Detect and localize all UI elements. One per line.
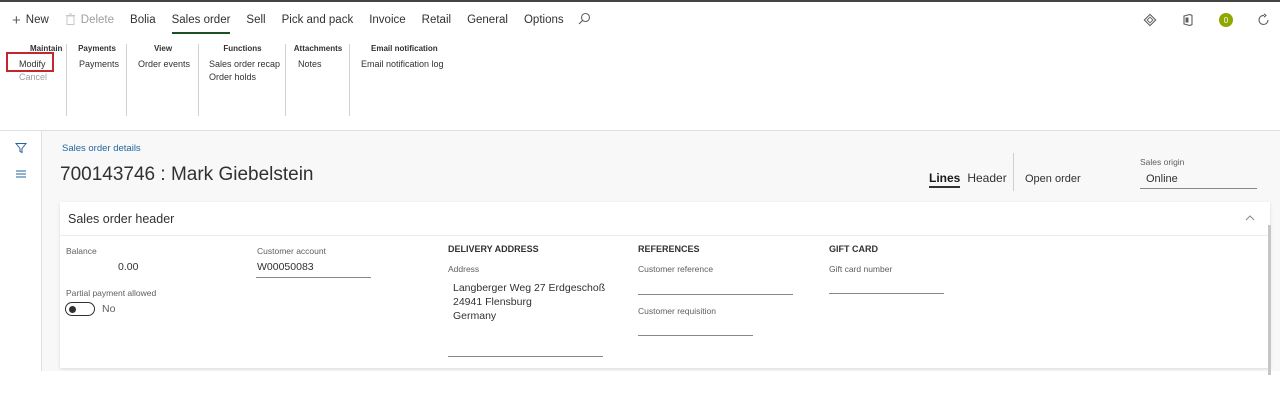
tab-label: General [467, 14, 508, 26]
chevron-up-icon[interactable] [1244, 212, 1256, 224]
page-title: 700143746 : Mark Giebelstein [60, 164, 314, 185]
ribbon: Maintain Modify Cancel Payments Payments… [0, 38, 1280, 130]
order-holds-button[interactable]: Order holds [200, 71, 285, 84]
office-icon[interactable] [1180, 12, 1196, 28]
email-notification-log-button[interactable]: Email notification log [351, 58, 451, 71]
ribbon-group-view: View Order events [128, 44, 199, 116]
delivery-address-heading: DELIVERY ADDRESS [448, 244, 539, 254]
address-line: Langberger Weg 27 Erdgeschoß [453, 282, 606, 294]
new-button[interactable]: + New [0, 2, 57, 38]
customer-account-label: Customer account [257, 246, 326, 256]
order-events-button[interactable]: Order events [128, 58, 198, 71]
tab-lines[interactable]: Lines [929, 171, 961, 188]
references-heading: REFERENCES [638, 244, 700, 254]
tab-label: Sell [246, 14, 266, 26]
tab-pick-and-pack[interactable]: Pick and pack [274, 2, 362, 38]
balance-value: 0.00 [118, 261, 139, 273]
notification-count: 0 [1219, 13, 1233, 27]
balance-label: Balance [66, 246, 97, 256]
left-nav [0, 131, 42, 371]
address-label: Address [448, 264, 480, 274]
card-header[interactable]: Sales order header [60, 202, 1270, 236]
search-icon [578, 12, 591, 28]
header-right-icons: 0 [1142, 2, 1272, 38]
ribbon-group-title: Attachments [293, 44, 343, 53]
vertical-divider [1013, 153, 1014, 191]
sales-order-recap-button[interactable]: Sales order recap [200, 58, 285, 71]
plus-icon: + [12, 11, 21, 29]
gift-card-number-label: Gift card number [829, 264, 893, 274]
ribbon-group-email-notification: Email notification Email notification lo… [351, 44, 451, 116]
refresh-icon[interactable] [1256, 12, 1272, 28]
tab-invoice[interactable]: Invoice [361, 2, 413, 38]
tab-label: Options [523, 14, 564, 26]
ribbon-group-functions: Functions Sales order recap Order holds [200, 44, 286, 116]
partial-payment-value: No [102, 303, 116, 315]
gift-card-number-field[interactable] [829, 293, 944, 294]
search-button[interactable] [572, 2, 599, 38]
ribbon-group-title: Payments [78, 44, 116, 53]
card-title: Sales order header [68, 212, 175, 226]
sales-origin-label: Sales origin [1140, 157, 1185, 167]
new-label: New [25, 14, 49, 26]
toggle-knob [69, 305, 76, 313]
menu-icon[interactable] [14, 167, 28, 181]
address-line: Germany [453, 310, 497, 322]
address-underline [448, 356, 603, 357]
scrollbar[interactable] [1268, 225, 1271, 375]
ribbon-group-title: View [153, 44, 173, 53]
tab-label: Sales order [171, 14, 231, 26]
address-line: 24941 Flensburg [453, 296, 532, 308]
customer-reference-field[interactable] [638, 294, 793, 295]
sales-order-header-card: Sales order header Balance 0.00 Partial … [60, 202, 1270, 368]
partial-payment-toggle[interactable] [65, 302, 95, 316]
cancel-button[interactable]: Cancel [8, 71, 66, 84]
trash-icon [65, 13, 76, 27]
tab-options[interactable]: Options [516, 2, 572, 38]
tab-label: Bolia [130, 14, 156, 26]
tab-bolia[interactable]: Bolia [122, 2, 164, 38]
tab-label: Retail [421, 14, 452, 26]
main-content: Sales order details 700143746 : Mark Gie… [42, 131, 1280, 371]
gift-card-heading: GIFT CARD [829, 244, 878, 254]
modify-highlight-box [6, 52, 54, 72]
tab-general[interactable]: General [459, 2, 516, 38]
diamond-icon[interactable] [1142, 12, 1158, 28]
tab-label: Invoice [369, 14, 406, 26]
ribbon-group-title: Functions [223, 44, 262, 53]
payments-button[interactable]: Payments [68, 58, 126, 71]
tab-label: Pick and pack [281, 14, 354, 26]
delete-label: Delete [80, 14, 115, 26]
tab-sales-order[interactable]: Sales order [164, 2, 239, 38]
ribbon-group-payments: Payments Payments [68, 44, 127, 116]
action-bar: + New Delete Bolia Sales order Sell Pick… [0, 2, 1280, 38]
tab-header[interactable]: Header [967, 171, 1006, 188]
ribbon-group-title: Email notification [371, 44, 438, 53]
sales-origin-field[interactable]: Online [1140, 169, 1257, 189]
customer-reference-label: Customer reference [638, 264, 714, 274]
ribbon-group-attachments: Attachments Notes [287, 44, 350, 116]
tab-sell[interactable]: Sell [238, 2, 273, 38]
breadcrumb[interactable]: Sales order details [62, 143, 141, 154]
view-toggle: Lines Header [929, 171, 1007, 188]
partial-payment-label: Partial payment allowed [66, 288, 157, 298]
customer-requisition-label: Customer requisition [638, 306, 716, 316]
customer-account-value[interactable]: W00050083 [257, 261, 314, 273]
notifications-icon[interactable]: 0 [1218, 12, 1234, 28]
customer-account-underline [256, 277, 371, 278]
tab-retail[interactable]: Retail [414, 2, 459, 38]
delete-button[interactable]: Delete [57, 2, 122, 38]
order-status: Open order [1025, 173, 1081, 185]
filter-icon[interactable] [14, 141, 28, 155]
customer-requisition-field[interactable] [638, 335, 753, 336]
notes-button[interactable]: Notes [287, 58, 349, 71]
